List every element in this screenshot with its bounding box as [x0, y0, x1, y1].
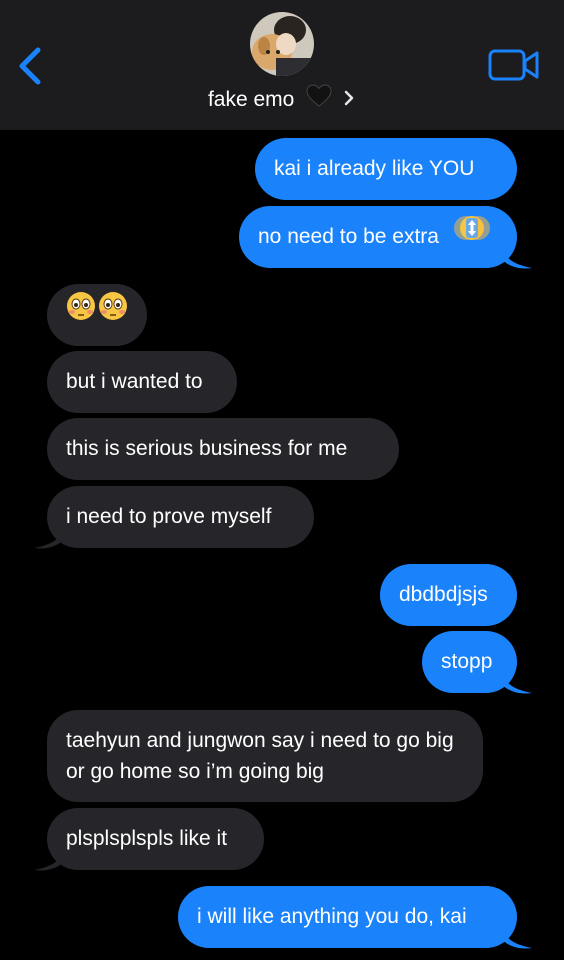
- flushed-face-emoji: [66, 284, 128, 346]
- message-bubble[interactable]: taehyun and jungwon say i need to go big…: [47, 710, 483, 802]
- message-bubble[interactable]: no need to be extra: [239, 206, 517, 268]
- bubble-tail: [34, 846, 66, 871]
- bubble-tail: [500, 669, 532, 694]
- message-text: dbdbdjsjs: [399, 583, 488, 606]
- black-heart-icon: [306, 84, 332, 117]
- message-bubble[interactable]: i need to prove myself: [47, 486, 314, 548]
- message-bubble[interactable]: but i wanted to: [47, 351, 237, 413]
- chevron-left-icon: [19, 47, 41, 85]
- contact-name: fake emo: [207, 88, 295, 112]
- message-text: no need to be extra: [258, 225, 439, 248]
- message-bubble[interactable]: this is serious business for me: [47, 418, 399, 480]
- message-text: plsplsplspls like it: [66, 827, 228, 850]
- message-bubble[interactable]: i will like anything you do, kai: [178, 886, 517, 948]
- message-bubble[interactable]: [47, 284, 147, 346]
- message-text: i need to prove myself: [66, 505, 272, 528]
- message-bubble[interactable]: dbdbdjsjs: [380, 564, 517, 626]
- bubble-tail: [500, 924, 532, 949]
- back-button[interactable]: [12, 44, 48, 88]
- video-camera-icon: [488, 49, 539, 81]
- message-text: kai i already like YOU: [274, 157, 475, 180]
- bubble-tail: [34, 524, 66, 549]
- video-call-button[interactable]: [488, 48, 540, 82]
- message-text: stopp: [441, 650, 493, 673]
- bubble-tail: [500, 244, 532, 269]
- chevron-right-icon: [342, 86, 356, 116]
- message-text: i will like anything you do, kai: [197, 905, 467, 928]
- contact-avatar[interactable]: [250, 12, 314, 76]
- message-text: taehyun and jungwon say i need to go big…: [66, 729, 454, 783]
- conversation-header: fake emo: [0, 0, 564, 130]
- contact-name-button[interactable]: fake emo: [0, 84, 564, 117]
- message-text: this is serious business for me: [66, 437, 348, 460]
- message-text: but i wanted to: [66, 370, 203, 393]
- message-bubble[interactable]: kai i already like YOU: [255, 138, 517, 200]
- message-bubble[interactable]: plsplsplspls like it: [47, 808, 264, 870]
- shaking-face-emoji: [451, 206, 493, 268]
